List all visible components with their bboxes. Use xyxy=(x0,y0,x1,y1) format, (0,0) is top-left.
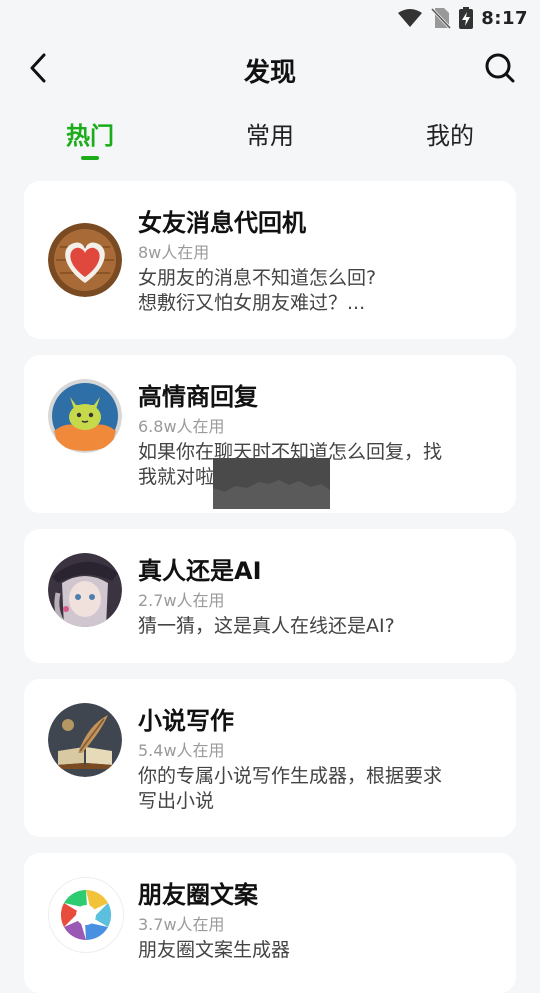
card-usage-count: 3.7w人在用 xyxy=(138,915,225,934)
card-title: 女友消息代回机 xyxy=(138,209,306,237)
no-sim-icon xyxy=(431,7,452,29)
tab-hot[interactable]: 热门 xyxy=(20,116,160,151)
card-usage-count: 6.8w人在用 xyxy=(138,417,225,436)
battery-charging-icon xyxy=(459,7,474,29)
card-usage-count: 5.4w人在用 xyxy=(138,741,225,760)
card-title: 朋友圈文案 xyxy=(138,881,258,909)
search-icon xyxy=(485,53,515,83)
status-icons: 8:17 xyxy=(397,6,528,30)
card-description: 女朋友的消息不知道怎么回? 想敷衍又怕女朋友难过？... xyxy=(138,266,488,316)
card-title: 真人还是AI xyxy=(138,557,262,585)
book-quill-icon xyxy=(48,703,122,777)
card-description-line: 想敷衍又怕女朋友难过？... xyxy=(138,292,366,314)
tab-common[interactable]: 常用 xyxy=(200,116,340,151)
list-item[interactable]: 真人还是AI 2.7w人在用 猜一猜，这是真人在线还是AI? xyxy=(24,529,516,663)
list-item[interactable]: 朋友圈文案 3.7w人在用 朋友圈文案生成器 xyxy=(24,853,516,993)
card-description-line: 写出小说 xyxy=(138,790,215,812)
aperture-icon xyxy=(48,877,124,953)
tab-bar: 热门 常用 我的 xyxy=(0,116,540,166)
card-description: 猜一猜，这是真人在线还是AI? xyxy=(138,614,488,639)
card-description-line: 猜一猜，这是真人在线还是AI? xyxy=(138,615,395,637)
redaction-overlay xyxy=(213,458,330,509)
card-description-line: 朋友圈文案生成器 xyxy=(138,939,291,961)
card-usage-count: 8w人在用 xyxy=(138,243,210,262)
heart-icon xyxy=(48,223,122,297)
card-title: 高情商回复 xyxy=(138,383,258,411)
header: 发现 xyxy=(0,36,540,102)
wifi-icon xyxy=(398,9,423,27)
card-description-line: 女朋友的消息不知道怎么回? xyxy=(138,267,377,289)
list-item[interactable]: 女友消息代回机 8w人在用 女朋友的消息不知道怎么回? 想敷衍又怕女朋友难过？.… xyxy=(24,181,516,339)
search-button[interactable] xyxy=(482,50,518,86)
status-time: 8:17 xyxy=(481,7,528,29)
card-title: 小说写作 xyxy=(138,707,234,735)
card-description: 朋友圈文案生成器 xyxy=(138,938,488,963)
list-item[interactable]: 小说写作 5.4w人在用 你的专属小说写作生成器，根据要求 写出小说 xyxy=(24,679,516,837)
anime-girl-icon xyxy=(48,553,122,627)
cat-icon xyxy=(48,379,122,453)
card-description: 你的专属小说写作生成器，根据要求 写出小说 xyxy=(138,764,488,814)
tab-active-indicator xyxy=(81,156,99,160)
tab-mine[interactable]: 我的 xyxy=(380,116,520,151)
card-description-line: 你的专属小说写作生成器，根据要求 xyxy=(138,765,443,787)
page-title: 发现 xyxy=(243,58,296,88)
card-usage-count: 2.7w人在用 xyxy=(138,591,225,610)
status-bar: 8:17 xyxy=(0,0,540,36)
